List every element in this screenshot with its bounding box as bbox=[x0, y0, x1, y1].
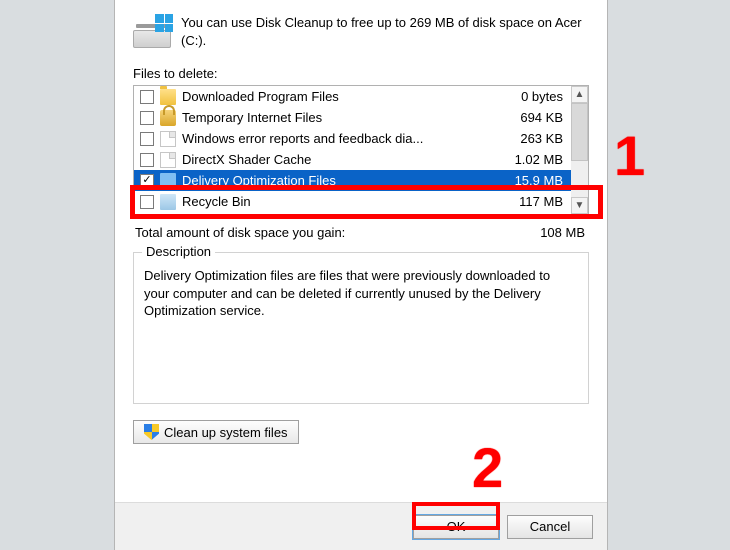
recycle-bin-icon bbox=[160, 194, 176, 210]
scroll-down-button[interactable]: ▼ bbox=[571, 197, 588, 214]
item-size: 15.9 MB bbox=[485, 173, 567, 188]
item-size: 694 KB bbox=[485, 110, 567, 125]
list-item[interactable]: Recycle Bin 117 MB bbox=[134, 191, 571, 212]
file-icon bbox=[160, 173, 176, 189]
total-value: 108 MB bbox=[540, 225, 585, 240]
item-name: Temporary Internet Files bbox=[182, 110, 479, 125]
list-item[interactable]: DirectX Shader Cache 1.02 MB bbox=[134, 149, 571, 170]
disk-cleanup-dialog: You can use Disk Cleanup to free up to 2… bbox=[114, 0, 608, 550]
list-item[interactable]: Temporary Internet Files 694 KB bbox=[134, 107, 571, 128]
files-to-delete-label: Files to delete: bbox=[133, 66, 589, 81]
scroll-thumb[interactable] bbox=[571, 103, 588, 161]
description-groupbox: Description Delivery Optimization files … bbox=[133, 252, 589, 404]
checkbox[interactable] bbox=[140, 132, 154, 146]
intro-section: You can use Disk Cleanup to free up to 2… bbox=[133, 14, 589, 52]
page-icon bbox=[160, 152, 176, 168]
files-listbox: Downloaded Program Files 0 bytes Tempora… bbox=[133, 85, 589, 215]
item-name: Windows error reports and feedback dia..… bbox=[182, 131, 479, 146]
scroll-up-button[interactable]: ▲ bbox=[571, 86, 588, 103]
cancel-label: Cancel bbox=[530, 519, 570, 534]
item-size: 1.02 MB bbox=[485, 152, 567, 167]
disk-cleanup-icon bbox=[133, 14, 171, 52]
item-size: 0 bytes bbox=[485, 89, 567, 104]
clean-up-label: Clean up system files bbox=[164, 425, 288, 440]
item-name: Delivery Optimization Files bbox=[182, 173, 479, 188]
checkbox[interactable] bbox=[140, 111, 154, 125]
clean-up-system-files-button[interactable]: Clean up system files bbox=[133, 420, 299, 444]
scroll-track[interactable] bbox=[571, 161, 588, 197]
ok-button[interactable]: OK bbox=[413, 515, 499, 539]
folder-icon bbox=[160, 89, 176, 105]
item-name: Recycle Bin bbox=[182, 194, 479, 209]
ok-label: OK bbox=[447, 519, 466, 534]
cancel-button[interactable]: Cancel bbox=[507, 515, 593, 539]
total-label: Total amount of disk space you gain: bbox=[135, 225, 345, 240]
checkbox[interactable] bbox=[140, 153, 154, 167]
item-size: 263 KB bbox=[485, 131, 567, 146]
list-item-selected[interactable]: ✓ Delivery Optimization Files 15.9 MB bbox=[134, 170, 571, 191]
button-bar: OK Cancel bbox=[115, 502, 607, 550]
description-title: Description bbox=[142, 244, 215, 259]
item-name: Downloaded Program Files bbox=[182, 89, 479, 104]
checkbox[interactable] bbox=[140, 90, 154, 104]
lock-icon bbox=[160, 110, 176, 126]
page-icon bbox=[160, 131, 176, 147]
shield-icon bbox=[144, 424, 159, 440]
scrollbar[interactable]: ▲ ▼ bbox=[571, 86, 588, 214]
item-name: DirectX Shader Cache bbox=[182, 152, 479, 167]
list-item[interactable]: Downloaded Program Files 0 bytes bbox=[134, 86, 571, 107]
total-line: Total amount of disk space you gain: 108… bbox=[133, 215, 589, 246]
list-item[interactable]: Windows error reports and feedback dia..… bbox=[134, 128, 571, 149]
checkbox-checked[interactable]: ✓ bbox=[140, 174, 154, 188]
annotation-marker-1: 1 bbox=[614, 128, 645, 184]
item-size: 117 MB bbox=[485, 194, 567, 209]
checkbox[interactable] bbox=[140, 195, 154, 209]
description-text: Delivery Optimization files are files th… bbox=[144, 267, 578, 320]
files-list-inner: Downloaded Program Files 0 bytes Tempora… bbox=[134, 86, 571, 214]
intro-text: You can use Disk Cleanup to free up to 2… bbox=[181, 14, 589, 52]
